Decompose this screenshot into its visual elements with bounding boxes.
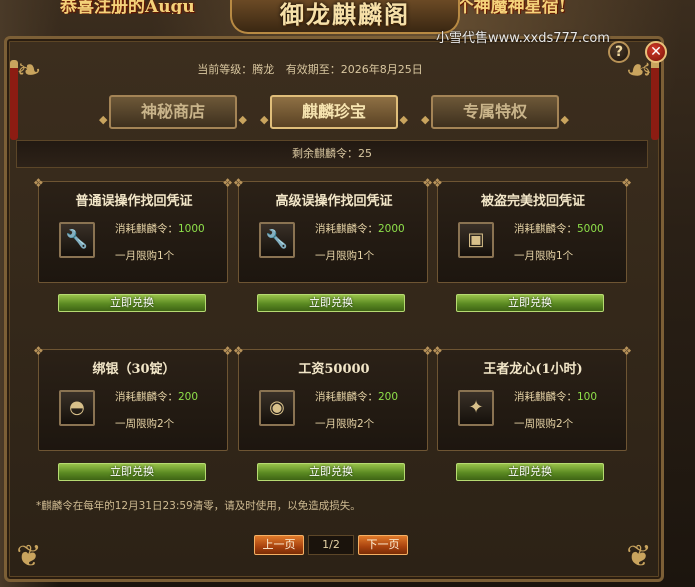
- prev-page-button[interactable]: 上一页: [254, 535, 304, 555]
- product-cost: 消耗麒麟令：100: [514, 389, 597, 404]
- tab-exclusive-privileges[interactable]: 专属特权: [421, 95, 569, 135]
- cost-label: 消耗麒麟令：: [315, 223, 378, 235]
- purchase-limit: 一周限购2个: [514, 418, 574, 430]
- redeem-button[interactable]: 立即兑换: [257, 463, 405, 481]
- reset-notice: *麒麟令在每年的12月31日23:59清零，请及时使用，以免造成损失。: [36, 500, 361, 512]
- help-button[interactable]: ?: [608, 41, 630, 63]
- dragon-heart-icon[interactable]: ✦: [458, 390, 494, 426]
- cost-label: 消耗麒麟令：: [315, 391, 378, 403]
- product-title: 普通误操作找回凭证: [75, 194, 193, 209]
- redeem-button[interactable]: 立即兑换: [456, 294, 604, 312]
- cost-label: 消耗麒麟令：: [514, 391, 577, 403]
- product-title: 被盗完美找回凭证: [480, 194, 585, 209]
- level-value: 腾龙: [252, 63, 275, 76]
- product-cost: 消耗麒麟令：200: [315, 389, 398, 404]
- product-card: 王者龙心(1小时) ✦ 消耗麒麟令：100 一周限购2个: [432, 344, 632, 451]
- cost-value: 200: [178, 391, 199, 403]
- level-info: 当前等级：腾龙: [197, 63, 274, 76]
- expiry-value: 2026年8月25日: [340, 63, 423, 76]
- tab-mystery-shop[interactable]: 神秘商店: [99, 95, 247, 135]
- chest-icon[interactable]: ▣: [458, 222, 494, 258]
- cost-value: 2000: [378, 223, 405, 235]
- cost-value: 100: [577, 391, 598, 403]
- purchase-limit: 一月限购1个: [514, 250, 574, 262]
- tassel-icon: [10, 60, 18, 140]
- wrench-icon[interactable]: 🔧: [59, 222, 95, 258]
- cost-value: 1000: [178, 223, 205, 235]
- remaining-tokens: 剩余麒麟令：25: [16, 140, 648, 168]
- expiry-info: 有效期至：2026年8月25日: [286, 63, 423, 76]
- product-title: 绑银（30锭）: [92, 362, 176, 377]
- product-card: 工资50000 ◉ 消耗麒麟令：200 一月限购2个: [233, 344, 433, 451]
- corner-ornament-icon: ❦: [626, 539, 652, 574]
- redeem-button[interactable]: 立即兑换: [58, 463, 206, 481]
- redeem-button[interactable]: 立即兑换: [58, 294, 206, 312]
- purchase-limit: 一月限购2个: [315, 418, 375, 430]
- seller-watermark: 小雪代售www.xxds777.com: [436, 31, 610, 46]
- tassel-icon: [651, 60, 659, 140]
- announcement-right: 个神魔神星宿!: [456, 0, 567, 14]
- window-title: 御龙麒麟阁: [280, 0, 410, 29]
- remaining-value: 25: [358, 147, 372, 160]
- redeem-button[interactable]: 立即兑换: [456, 463, 604, 481]
- cost-label: 消耗麒麟令：: [115, 223, 178, 235]
- product-card: 普通误操作找回凭证 🔧 消耗麒麟令：1000 一月限购1个: [33, 176, 233, 283]
- next-page-button[interactable]: 下一页: [358, 535, 408, 555]
- purchase-limit: 一月限购1个: [315, 250, 375, 262]
- page-indicator: 1/2: [308, 535, 354, 555]
- wrench-icon[interactable]: 🔧: [259, 222, 295, 258]
- gold-ingot-icon[interactable]: ◉: [259, 390, 295, 426]
- product-title: 高级误操作找回凭证: [275, 194, 393, 209]
- product-cost: 消耗麒麟令：200: [115, 389, 198, 404]
- remaining-label: 剩余麒麟令：: [292, 147, 358, 160]
- purchase-limit: 一月限购1个: [115, 250, 175, 262]
- silver-ingot-icon[interactable]: ◓: [59, 390, 95, 426]
- cost-value: 5000: [577, 223, 604, 235]
- redeem-button[interactable]: 立即兑换: [257, 294, 405, 312]
- product-cost: 消耗麒麟令：2000: [315, 221, 405, 236]
- product-cost: 消耗麒麟令：5000: [514, 221, 604, 236]
- product-cost: 消耗麒麟令：1000: [115, 221, 205, 236]
- purchase-limit: 一周限购2个: [115, 418, 175, 430]
- product-title: 工资50000: [298, 362, 370, 377]
- level-label: 当前等级：: [197, 63, 253, 76]
- cost-value: 200: [378, 391, 399, 403]
- tab-qilin-treasures[interactable]: 麒麟珍宝: [260, 95, 408, 135]
- product-title: 王者龙心(1小时): [483, 362, 583, 377]
- announcement-left: 恭喜注册的Augu: [60, 0, 195, 14]
- title-plaque: 御龙麒麟阁: [230, 0, 460, 34]
- cost-label: 消耗麒麟令：: [514, 223, 577, 235]
- product-card: 高级误操作找回凭证 🔧 消耗麒麟令：2000 一月限购1个: [233, 176, 433, 283]
- close-button[interactable]: ✕: [645, 41, 667, 63]
- expiry-label: 有效期至：: [285, 63, 341, 76]
- cost-label: 消耗麒麟令：: [115, 391, 178, 403]
- corner-ornament-icon: ❦: [16, 539, 42, 574]
- product-card: 绑银（30锭） ◓ 消耗麒麟令：200 一周限购2个: [33, 344, 233, 451]
- status-info: 当前等级：腾龙 有效期至：2026年8月25日: [160, 61, 460, 77]
- product-card: 被盗完美找回凭证 ▣ 消耗麒麟令：5000 一月限购1个: [432, 176, 632, 283]
